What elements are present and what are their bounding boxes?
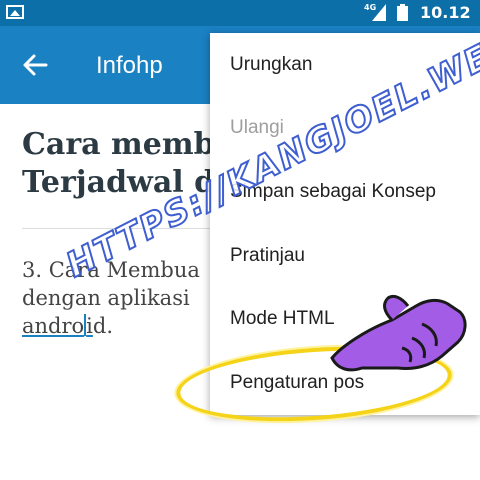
battery-icon xyxy=(397,4,408,21)
blog-title: Infohp xyxy=(96,52,163,79)
post-title-line-1: Cara membi xyxy=(22,127,226,162)
post-body-link-b: i xyxy=(86,314,93,338)
back-arrow-icon[interactable] xyxy=(20,50,50,80)
gallery-notification-icon xyxy=(6,5,24,19)
status-time: 10.12 xyxy=(420,3,471,22)
menu-item-preview[interactable]: Pratinjau xyxy=(210,224,480,288)
post-body-line-2: dengan aplikasi xyxy=(22,286,190,310)
post-body-link-a: andro xyxy=(22,314,85,338)
post-body-line-3-rest: d. xyxy=(92,314,114,338)
status-bar: 4G 10.12 xyxy=(0,0,480,26)
pointing-hand-icon xyxy=(330,294,467,372)
signal-icon xyxy=(372,4,386,21)
